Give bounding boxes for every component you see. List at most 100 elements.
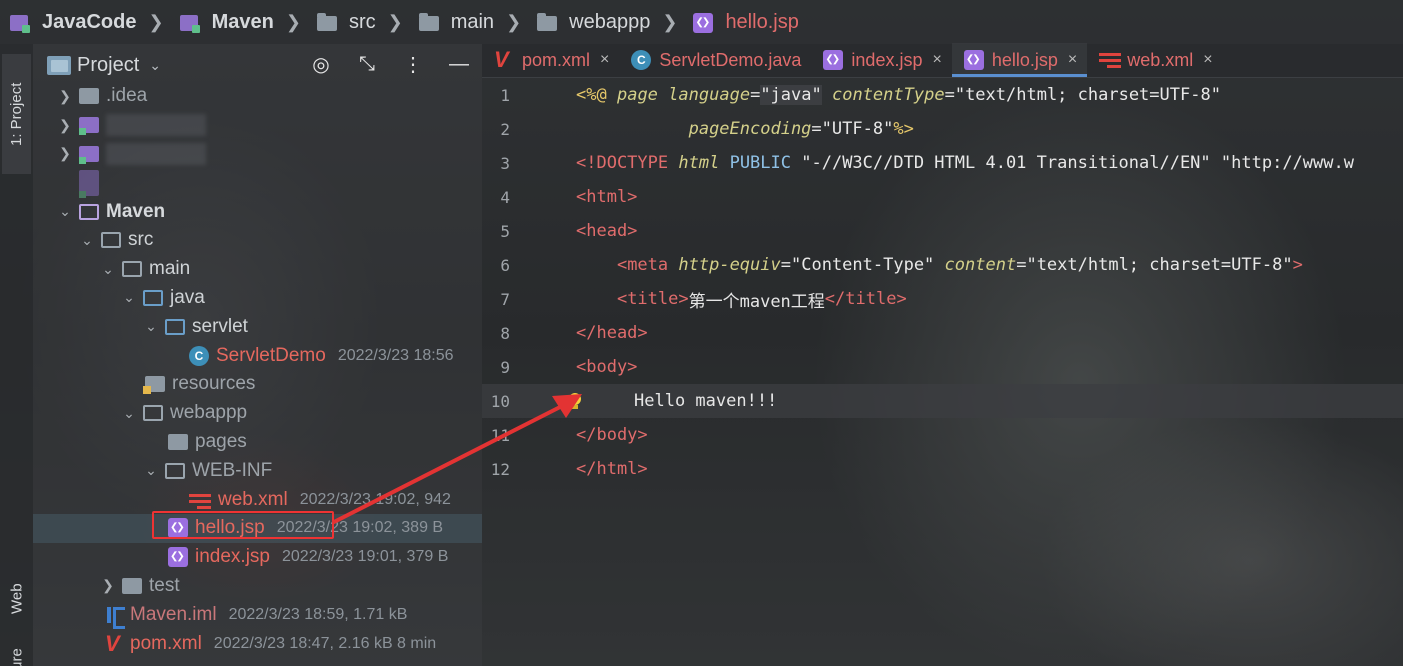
web-tool-tab[interactable]: Web: [4, 534, 30, 614]
folder-icon: [168, 433, 188, 450]
line-number: 7: [500, 289, 510, 309]
chevron-down-icon[interactable]: ⌄: [149, 57, 161, 74]
chevron-right-icon: ❯: [285, 11, 301, 32]
close-icon[interactable]: ×: [600, 51, 609, 69]
code-line: 11 </body>: [482, 418, 1403, 452]
line-number: 3: [500, 153, 510, 173]
hide-panel-icon[interactable]: —: [446, 53, 472, 76]
chevron-down-icon[interactable]: ⌄: [141, 318, 161, 335]
maven-icon: V: [494, 47, 509, 72]
chevron-right-icon[interactable]: ❯: [98, 577, 118, 594]
project-view-selector[interactable]: Project: [77, 54, 139, 77]
close-icon[interactable]: ×: [1068, 51, 1077, 69]
tree-item-maven[interactable]: ⌄ Maven: [33, 197, 482, 226]
chevron-down-icon[interactable]: ⌄: [141, 462, 161, 479]
jsp-icon: [823, 50, 844, 70]
chevron-down-icon[interactable]: ⌄: [77, 232, 97, 249]
close-icon[interactable]: ×: [932, 51, 941, 69]
editor-tabs: V pom.xml × C ServletDemo.java index.jsp…: [482, 43, 1403, 78]
code-line: 5 <head>: [482, 214, 1403, 248]
tree-item-main[interactable]: ⌄ main: [33, 255, 482, 284]
project-icon: [47, 55, 71, 75]
iml-file-icon: [105, 606, 125, 629]
folder-icon: [537, 13, 559, 31]
module-folder-icon: [79, 203, 99, 220]
module-folder-icon: [79, 117, 99, 136]
module-folder-icon: [79, 145, 99, 164]
module-folder-icon: [179, 13, 202, 33]
tree-item-servlet[interactable]: ⌄ servlet: [33, 312, 482, 341]
line-number: 10: [490, 391, 510, 411]
folder-icon: [143, 405, 163, 422]
project-tree: ❯ .idea ❯ ❯ ⌄ Maven ⌄ src ⌄ main ⌄ java …: [33, 82, 482, 658]
structure-tool-tab[interactable]: ture: [4, 624, 30, 666]
breadcrumb-item-maven[interactable]: Maven ❯: [179, 11, 311, 34]
code-line: 2 pageEncoding = "UTF-8" %>: [482, 112, 1403, 146]
redacted-label: [106, 142, 206, 165]
chevron-right-icon[interactable]: ❯: [55, 88, 75, 105]
tree-item-maven-iml[interactable]: Maven.iml 2022/3/23 18:59, 1.71 kB: [33, 600, 482, 629]
source-folder-icon: [143, 289, 163, 306]
tab-index-jsp[interactable]: index.jsp ×: [811, 43, 951, 77]
tab-servletdemo-java[interactable]: C ServletDemo.java: [619, 43, 811, 77]
breadcrumb-item-src[interactable]: src ❯: [316, 11, 413, 34]
tree-item-webappp[interactable]: ⌄ webappp: [33, 399, 482, 428]
code-line: 9 <body>: [482, 350, 1403, 384]
xml-file-icon: [189, 491, 211, 509]
code-line: 4 <html>: [482, 180, 1403, 214]
line-number: 11: [490, 425, 510, 445]
tree-item-redacted-module-1[interactable]: ❯: [33, 111, 482, 140]
code-line: 8 </head>: [482, 316, 1403, 350]
tree-item-pages[interactable]: pages: [33, 428, 482, 457]
chevron-down-icon[interactable]: ⌄: [119, 405, 139, 422]
tree-item-test[interactable]: ❯ test: [33, 572, 482, 601]
chevron-down-icon[interactable]: ⌄: [119, 289, 139, 306]
tree-item-java[interactable]: ⌄ java: [33, 284, 482, 313]
code-line: 6 <meta http-equiv = "Content-Type" conten…: [482, 248, 1403, 282]
breadcrumb-item-javacode[interactable]: JavaCode ❯: [10, 11, 174, 34]
tree-item-resources[interactable]: resources: [33, 370, 482, 399]
close-icon[interactable]: ×: [1203, 51, 1212, 69]
breadcrumb-item-hello-jsp[interactable]: hello.jsp: [693, 11, 799, 34]
chevron-right-icon: ❯: [387, 11, 403, 32]
tab-hello-jsp[interactable]: hello.jsp ×: [951, 43, 1088, 77]
lightbulb-icon[interactable]: [566, 391, 584, 411]
resources-folder-icon: [143, 376, 165, 395]
chevron-down-icon[interactable]: ⌄: [98, 261, 118, 278]
chevron-down-icon[interactable]: ⌄: [55, 203, 75, 220]
module-folder-icon: [79, 169, 99, 198]
more-options-icon[interactable]: ⋮: [400, 52, 426, 77]
folder-icon: [418, 13, 441, 31]
tree-item-pom-xml[interactable]: V pom.xml 2022/3/23 18:47, 2.16 kB 8 min: [33, 629, 482, 658]
chevron-right-icon: ❯: [662, 11, 678, 32]
tree-item-web-xml[interactable]: web.xml 2022/3/23 19:02, 942: [33, 485, 482, 514]
breadcrumb-item-main[interactable]: main ❯: [418, 11, 531, 34]
tab-pom-xml[interactable]: V pom.xml ×: [482, 43, 619, 77]
tree-item-index-jsp[interactable]: index.jsp 2022/3/23 19:01, 379 B: [33, 543, 482, 572]
tab-web-xml[interactable]: web.xml ×: [1087, 43, 1222, 77]
collapse-all-icon[interactable]: ⤡: [354, 53, 380, 76]
line-number: 4: [500, 187, 510, 207]
chevron-right-icon[interactable]: ❯: [55, 117, 75, 134]
tree-item-src[interactable]: ⌄ src: [33, 226, 482, 255]
xml-icon: [1099, 50, 1122, 70]
breadcrumb-item-webappp[interactable]: webappp ❯: [537, 11, 687, 34]
folder-icon: [122, 261, 142, 278]
tree-item-web-inf[interactable]: ⌄ WEB-INF: [33, 456, 482, 485]
maven-icon: V: [105, 630, 120, 656]
annotation-highlight-box: [152, 511, 334, 539]
locate-icon[interactable]: ◎: [308, 52, 334, 77]
code-area[interactable]: 1 <%@ page language = "java" contentType = "…: [482, 78, 1403, 486]
folder-icon: [79, 88, 99, 105]
line-number: 1: [500, 85, 510, 105]
tree-item-servletdemo[interactable]: C ServletDemo 2022/3/23 18:56: [33, 341, 482, 370]
editor: V pom.xml × C ServletDemo.java index.jsp…: [482, 43, 1403, 666]
folder-icon: [165, 462, 185, 479]
project-tool-tab[interactable]: 1: Project: [2, 54, 31, 174]
tree-item-idea[interactable]: ❯ .idea: [33, 82, 482, 111]
tree-item-redacted-module-2[interactable]: ❯: [33, 140, 482, 169]
chevron-right-icon[interactable]: ❯: [55, 145, 75, 162]
code-line-current: 10 Hello maven!!!: [482, 384, 1403, 418]
breadcrumb: JavaCode ❯ Maven ❯ src ❯ main ❯ webappp …: [0, 0, 1403, 44]
line-number: 5: [500, 221, 510, 241]
